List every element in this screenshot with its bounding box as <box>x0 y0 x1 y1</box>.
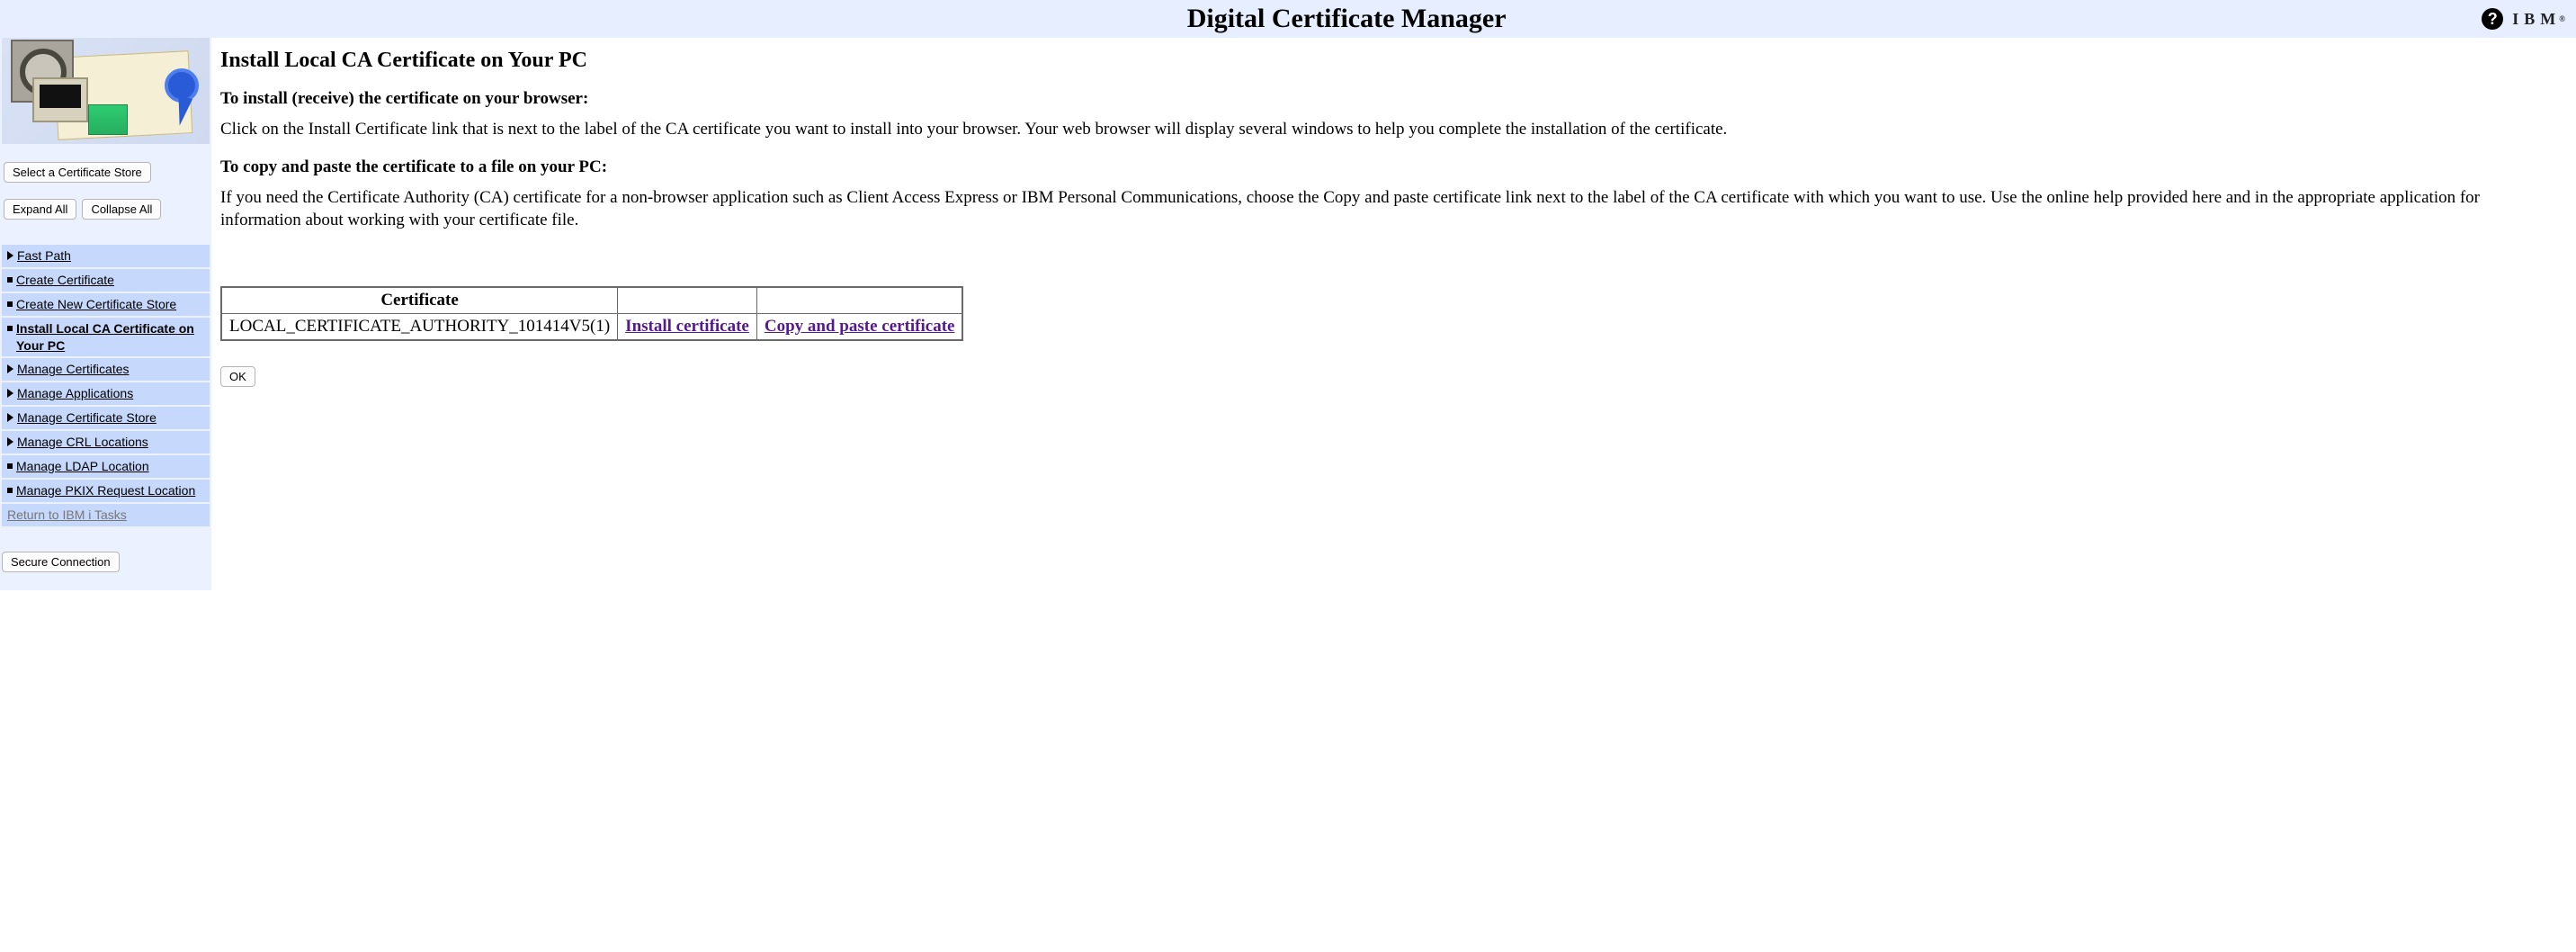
header-logo-slot <box>0 0 211 38</box>
install-certificate-link[interactable]: Install certificate <box>625 317 749 336</box>
sidebar-item-create-certificate[interactable]: Create Certificate <box>2 267 210 292</box>
sidebar-item-return-ibm-i-tasks[interactable]: Return to IBM i Tasks <box>2 502 210 526</box>
main-content: Install Local CA Certificate on Your PC … <box>211 38 2576 590</box>
sidebar-item-manage-certificate-store[interactable]: Manage Certificate Store <box>2 405 210 429</box>
sidebar-item-fast-path[interactable]: Fast Path <box>2 243 210 267</box>
sidebar-item-label[interactable]: Create New Certificate Store <box>16 296 176 313</box>
section1-title: To install (receive) the certificate on … <box>220 89 2569 109</box>
sidebar-item-label[interactable]: Install Local CA Certificate on Your PC <box>16 320 206 355</box>
expand-icon <box>7 364 13 373</box>
sidebar-item-manage-certificates[interactable]: Manage Certificates <box>2 356 210 381</box>
col-copy <box>756 287 962 314</box>
expand-icon <box>7 389 13 398</box>
select-certificate-store-button[interactable]: Select a Certificate Store <box>4 162 151 183</box>
header-right: ? IBM ® <box>2482 8 2576 30</box>
sidebar-item-label[interactable]: Manage Certificates <box>17 361 130 378</box>
secure-connection-button[interactable]: Secure Connection <box>2 552 120 572</box>
bullet-icon <box>7 277 13 283</box>
sidebar-item-manage-ldap-location[interactable]: Manage LDAP Location <box>2 454 210 478</box>
copy-paste-certificate-link[interactable]: Copy and paste certificate <box>765 317 955 336</box>
sidebar-item-label[interactable]: Return to IBM i Tasks <box>7 507 127 524</box>
help-icon[interactable]: ? <box>2482 8 2503 30</box>
sidebar-item-label[interactable]: Create Certificate <box>16 272 114 289</box>
ok-button[interactable]: OK <box>220 366 255 387</box>
expand-all-button[interactable]: Expand All <box>4 199 76 220</box>
sidebar-nav: Fast Path Create Certificate Create New … <box>2 243 210 526</box>
page-title: Digital Certificate Manager <box>211 4 2482 34</box>
collapse-all-button[interactable]: Collapse All <box>82 199 161 220</box>
ibm-logo-text: IBM <box>2512 10 2561 29</box>
bullet-icon <box>7 463 13 469</box>
sidebar-item-manage-crl-locations[interactable]: Manage CRL Locations <box>2 429 210 454</box>
sidebar-item-install-local-ca[interactable]: Install Local CA Certificate on Your PC <box>2 316 210 357</box>
section2-body: If you need the Certificate Authority (C… <box>220 186 2550 232</box>
ibm-logo: IBM ® <box>2512 10 2565 29</box>
sidebar-item-label[interactable]: Manage Certificate Store <box>17 409 157 427</box>
sidebar-item-label[interactable]: Fast Path <box>17 247 71 265</box>
section2-title: To copy and paste the certificate to a f… <box>220 157 2569 177</box>
table-header-row: Certificate <box>221 287 962 314</box>
content-heading: Install Local CA Certificate on Your PC <box>220 49 2569 73</box>
sidebar-item-create-new-certificate-store[interactable]: Create New Certificate Store <box>2 292 210 316</box>
page-title-wrap: Digital Certificate Manager <box>211 4 2482 34</box>
sidebar-hero-image <box>2 38 210 144</box>
expand-icon <box>7 251 13 260</box>
sidebar-item-label[interactable]: Manage PKIX Request Location <box>16 482 195 499</box>
expand-icon <box>7 413 13 422</box>
section1-body: Click on the Install Certificate link th… <box>220 118 2550 141</box>
table-row: LOCAL_CERTIFICATE_AUTHORITY_101414V5(1) … <box>221 313 962 340</box>
col-certificate: Certificate <box>221 287 618 314</box>
cell-certificate-name: LOCAL_CERTIFICATE_AUTHORITY_101414V5(1) <box>221 313 618 340</box>
bullet-icon <box>7 301 13 307</box>
ibm-logo-reg: ® <box>2559 14 2565 23</box>
header-bar: Digital Certificate Manager ? IBM ® <box>0 0 2576 38</box>
bullet-icon <box>7 488 13 493</box>
sidebar-item-label[interactable]: Manage Applications <box>17 385 133 402</box>
bullet-icon <box>7 326 13 331</box>
sidebar-item-label[interactable]: Manage LDAP Location <box>16 458 149 475</box>
sidebar-item-label[interactable]: Manage CRL Locations <box>17 434 148 451</box>
sidebar-item-manage-applications[interactable]: Manage Applications <box>2 381 210 405</box>
certificate-table: Certificate LOCAL_CERTIFICATE_AUTHORITY_… <box>220 286 963 341</box>
sidebar: Select a Certificate Store Expand All Co… <box>0 38 211 590</box>
sidebar-item-manage-pkix-request-location[interactable]: Manage PKIX Request Location <box>2 478 210 502</box>
expand-icon <box>7 437 13 446</box>
col-install <box>618 287 757 314</box>
